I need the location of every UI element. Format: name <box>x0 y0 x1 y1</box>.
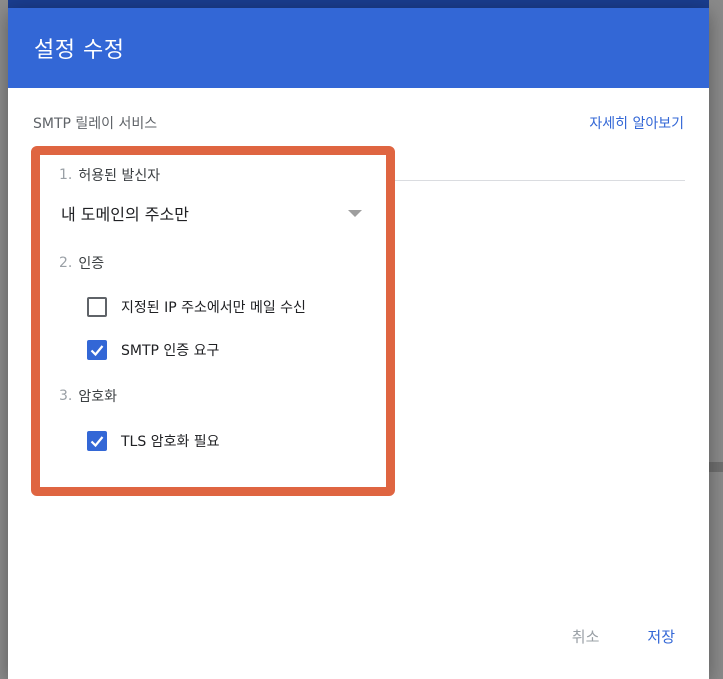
smtp-auth-checkbox[interactable] <box>87 340 107 360</box>
section-label: 암호화 <box>78 389 117 405</box>
allowed-senders-title: 1. 허용된 발신자 <box>59 165 370 185</box>
checkmark-icon <box>90 345 104 357</box>
learn-more-link[interactable]: 자세히 알아보기 <box>589 113 684 133</box>
background-left-edge <box>0 0 8 679</box>
smtp-auth-label: SMTP 인증 요구 <box>121 343 220 359</box>
section-label: 허용된 발신자 <box>78 168 161 184</box>
ip-only-checkbox[interactable] <box>87 297 107 317</box>
checkmark-icon <box>90 436 104 448</box>
smtp-relay-label: SMTP 릴레이 서비스 <box>33 116 158 132</box>
tls-label: TLS 암호화 필요 <box>121 434 220 450</box>
section-label: 인증 <box>78 256 105 272</box>
tls-checkbox-row[interactable]: TLS 암호화 필요 <box>87 429 370 453</box>
encryption-title: 3. 암호화 <box>59 386 370 406</box>
section-number: 3. <box>59 388 73 404</box>
edit-settings-dialog: 설정 수정 SMTP 릴레이 서비스 자세히 알아보기 1. 허용된 발신자 내… <box>8 8 709 679</box>
background-scroll-marker <box>709 462 723 472</box>
tls-checkbox[interactable] <box>87 431 107 451</box>
background-top-bar <box>0 0 723 8</box>
field-header-row: SMTP 릴레이 서비스 자세히 알아보기 <box>33 113 684 133</box>
dialog-header: 설정 수정 <box>8 8 709 88</box>
save-button[interactable]: 저장 <box>647 626 675 647</box>
cancel-button[interactable]: 취소 <box>572 626 600 647</box>
section-number: 2. <box>59 255 73 271</box>
background-right-edge <box>709 0 723 679</box>
smtp-auth-checkbox-row[interactable]: SMTP 인증 요구 <box>87 338 370 362</box>
settings-highlight-box: 1. 허용된 발신자 내 도메인의 주소만 2. 인증 지정된 IP 주소에서만… <box>31 146 395 496</box>
section-number: 1. <box>59 167 73 183</box>
ip-only-checkbox-row[interactable]: 지정된 IP 주소에서만 메일 수신 <box>87 295 370 319</box>
allowed-senders-select[interactable]: 내 도메인의 주소만 <box>59 201 370 225</box>
dialog-actions: 취소 저장 <box>572 626 675 647</box>
authentication-title: 2. 인증 <box>59 253 370 273</box>
dialog-title: 설정 수정 <box>34 38 125 63</box>
ip-only-label: 지정된 IP 주소에서만 메일 수신 <box>121 300 306 316</box>
dropdown-arrow-icon <box>348 209 362 217</box>
allowed-senders-value: 내 도메인의 주소만 <box>61 205 189 224</box>
